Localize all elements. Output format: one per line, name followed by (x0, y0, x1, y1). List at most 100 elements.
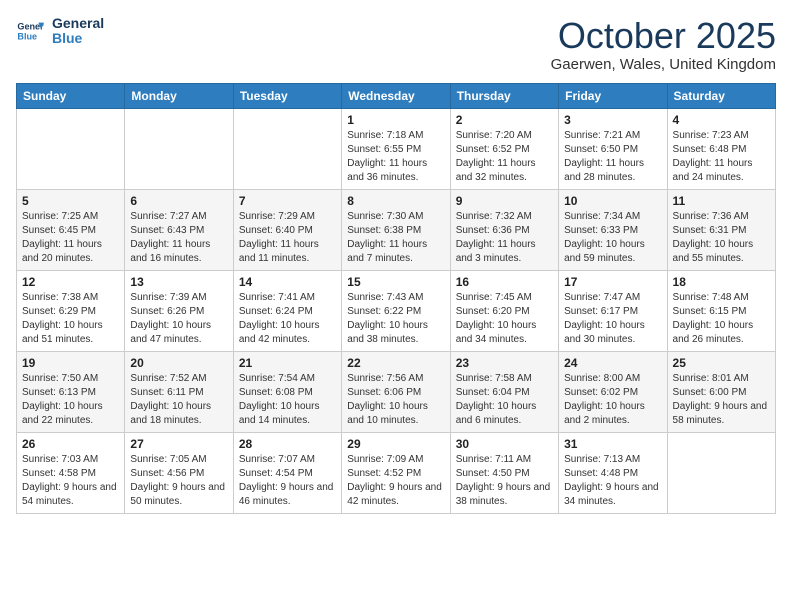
calendar-week-row: 12 Sunrise: 7:38 AMSunset: 6:29 PMDayligh… (17, 270, 776, 351)
calendar-cell: 24 Sunrise: 8:00 AMSunset: 6:02 PMDayligh… (559, 351, 667, 432)
calendar-table: SundayMondayTuesdayWednesdayThursdayFrid… (16, 83, 776, 514)
day-info: Sunrise: 7:58 AMSunset: 6:04 PMDaylight:… (456, 372, 553, 428)
day-number: 27 (130, 437, 227, 451)
calendar-cell: 4 Sunrise: 7:23 AMSunset: 6:48 PMDaylight… (667, 108, 775, 189)
day-info: Sunrise: 7:52 AMSunset: 6:11 PMDaylight:… (130, 372, 227, 428)
calendar-cell (17, 108, 125, 189)
day-info: Sunrise: 8:01 AMSunset: 6:00 PMDaylight:… (673, 372, 770, 428)
day-number: 18 (673, 275, 770, 289)
calendar-week-row: 19 Sunrise: 7:50 AMSunset: 6:13 PMDayligh… (17, 351, 776, 432)
calendar-cell: 21Sunrise: 7:54 AMSunset: 6:08 PMDayligh… (233, 351, 341, 432)
day-number: 7 (239, 194, 336, 208)
calendar-cell: 26 Sunrise: 7:03 AMSunset: 4:58 PMDayligh… (17, 432, 125, 513)
day-number: 28 (239, 437, 336, 451)
weekday-header: Friday (559, 83, 667, 108)
calendar-cell: 1 Sunrise: 7:18 AMSunset: 6:55 PMDaylight… (342, 108, 450, 189)
day-info: Sunrise: 7:09 AMSunset: 4:52 PMDaylight:… (347, 453, 444, 509)
day-number: 6 (130, 194, 227, 208)
day-number: 20 (130, 356, 227, 370)
day-info: Sunrise: 8:00 AMSunset: 6:02 PMDaylight:… (564, 372, 661, 428)
weekday-header: Monday (125, 83, 233, 108)
day-info: Sunrise: 7:25 AMSunset: 6:45 PMDaylight:… (22, 210, 119, 266)
day-number: 17 (564, 275, 661, 289)
day-number: 11 (673, 194, 770, 208)
day-number: 13 (130, 275, 227, 289)
day-number: 9 (456, 194, 553, 208)
calendar-cell: 20 Sunrise: 7:52 AMSunset: 6:11 PMDayligh… (125, 351, 233, 432)
calendar-cell: 19 Sunrise: 7:50 AMSunset: 6:13 PMDayligh… (17, 351, 125, 432)
logo-icon: General Blue (16, 17, 44, 45)
calendar-cell: 18 Sunrise: 7:48 AMSunset: 6:15 PMDayligh… (667, 270, 775, 351)
day-info: Sunrise: 7:43 AMSunset: 6:22 PMDaylight:… (347, 291, 444, 347)
calendar-cell (667, 432, 775, 513)
svg-text:Blue: Blue (17, 32, 37, 42)
day-number: 4 (673, 113, 770, 127)
day-number: 16 (456, 275, 553, 289)
day-info: Sunrise: 7:34 AMSunset: 6:33 PMDaylight:… (564, 210, 661, 266)
day-info: Sunrise: 7:50 AMSunset: 6:13 PMDaylight:… (22, 372, 119, 428)
weekday-header: Sunday (17, 83, 125, 108)
page-header: General Blue GeneralBlue October 2025 Ga… (16, 16, 776, 73)
day-info: Sunrise: 7:27 AMSunset: 6:43 PMDaylight:… (130, 210, 227, 266)
calendar-cell: 28Sunrise: 7:07 AMSunset: 4:54 PMDayligh… (233, 432, 341, 513)
day-number: 8 (347, 194, 444, 208)
day-number: 23 (456, 356, 553, 370)
calendar-week-row: 1 Sunrise: 7:18 AMSunset: 6:55 PMDaylight… (17, 108, 776, 189)
calendar-subtitle: Gaerwen, Wales, United Kingdom (551, 56, 776, 73)
weekday-header-row: SundayMondayTuesdayWednesdayThursdayFrid… (17, 83, 776, 108)
day-number: 21 (239, 356, 336, 370)
day-info: Sunrise: 7:38 AMSunset: 6:29 PMDaylight:… (22, 291, 119, 347)
day-number: 5 (22, 194, 119, 208)
calendar-cell: 31Sunrise: 7:13 AMSunset: 4:48 PMDayligh… (559, 432, 667, 513)
day-info: Sunrise: 7:29 AMSunset: 6:40 PMDaylight:… (239, 210, 336, 266)
calendar-cell: 29 Sunrise: 7:09 AMSunset: 4:52 PMDayligh… (342, 432, 450, 513)
day-info: Sunrise: 7:11 AMSunset: 4:50 PMDaylight:… (456, 453, 553, 509)
weekday-header: Wednesday (342, 83, 450, 108)
day-info: Sunrise: 7:56 AMSunset: 6:06 PMDaylight:… (347, 372, 444, 428)
logo: General Blue GeneralBlue (16, 16, 104, 47)
day-info: Sunrise: 7:03 AMSunset: 4:58 PMDaylight:… (22, 453, 119, 509)
day-info: Sunrise: 7:39 AMSunset: 6:26 PMDaylight:… (130, 291, 227, 347)
day-info: Sunrise: 7:20 AMSunset: 6:52 PMDaylight:… (456, 129, 553, 185)
calendar-cell: 7 Sunrise: 7:29 AMSunset: 6:40 PMDaylight… (233, 189, 341, 270)
day-number: 15 (347, 275, 444, 289)
day-number: 24 (564, 356, 661, 370)
day-number: 19 (22, 356, 119, 370)
day-info: Sunrise: 7:30 AMSunset: 6:38 PMDaylight:… (347, 210, 444, 266)
title-area: October 2025 Gaerwen, Wales, United King… (551, 16, 776, 73)
logo-text: GeneralBlue (52, 16, 104, 47)
day-number: 31 (564, 437, 661, 451)
calendar-cell: 16 Sunrise: 7:45 AMSunset: 6:20 PMDayligh… (450, 270, 558, 351)
day-number: 22 (347, 356, 444, 370)
day-info: Sunrise: 7:45 AMSunset: 6:20 PMDaylight:… (456, 291, 553, 347)
calendar-cell: 25 Sunrise: 8:01 AMSunset: 6:00 PMDayligh… (667, 351, 775, 432)
calendar-cell: 3 Sunrise: 7:21 AMSunset: 6:50 PMDaylight… (559, 108, 667, 189)
calendar-cell: 11 Sunrise: 7:36 AMSunset: 6:31 PMDayligh… (667, 189, 775, 270)
day-number: 29 (347, 437, 444, 451)
day-info: Sunrise: 7:18 AMSunset: 6:55 PMDaylight:… (347, 129, 444, 185)
day-number: 25 (673, 356, 770, 370)
day-number: 12 (22, 275, 119, 289)
day-info: Sunrise: 7:32 AMSunset: 6:36 PMDaylight:… (456, 210, 553, 266)
calendar-cell: 10 Sunrise: 7:34 AMSunset: 6:33 PMDayligh… (559, 189, 667, 270)
day-info: Sunrise: 7:47 AMSunset: 6:17 PMDaylight:… (564, 291, 661, 347)
day-info: Sunrise: 7:21 AMSunset: 6:50 PMDaylight:… (564, 129, 661, 185)
calendar-cell (125, 108, 233, 189)
calendar-week-row: 26 Sunrise: 7:03 AMSunset: 4:58 PMDayligh… (17, 432, 776, 513)
day-number: 1 (347, 113, 444, 127)
day-info: Sunrise: 7:23 AMSunset: 6:48 PMDaylight:… (673, 129, 770, 185)
calendar-cell: 2 Sunrise: 7:20 AMSunset: 6:52 PMDaylight… (450, 108, 558, 189)
day-info: Sunrise: 7:41 AMSunset: 6:24 PMDaylight:… (239, 291, 336, 347)
calendar-cell: 6 Sunrise: 7:27 AMSunset: 6:43 PMDaylight… (125, 189, 233, 270)
calendar-week-row: 5 Sunrise: 7:25 AMSunset: 6:45 PMDaylight… (17, 189, 776, 270)
day-info: Sunrise: 7:48 AMSunset: 6:15 PMDaylight:… (673, 291, 770, 347)
day-number: 2 (456, 113, 553, 127)
calendar-cell: 30Sunrise: 7:11 AMSunset: 4:50 PMDayligh… (450, 432, 558, 513)
weekday-header: Tuesday (233, 83, 341, 108)
day-info: Sunrise: 7:36 AMSunset: 6:31 PMDaylight:… (673, 210, 770, 266)
day-number: 3 (564, 113, 661, 127)
calendar-cell (233, 108, 341, 189)
calendar-cell: 27Sunrise: 7:05 AMSunset: 4:56 PMDayligh… (125, 432, 233, 513)
day-number: 26 (22, 437, 119, 451)
day-number: 10 (564, 194, 661, 208)
